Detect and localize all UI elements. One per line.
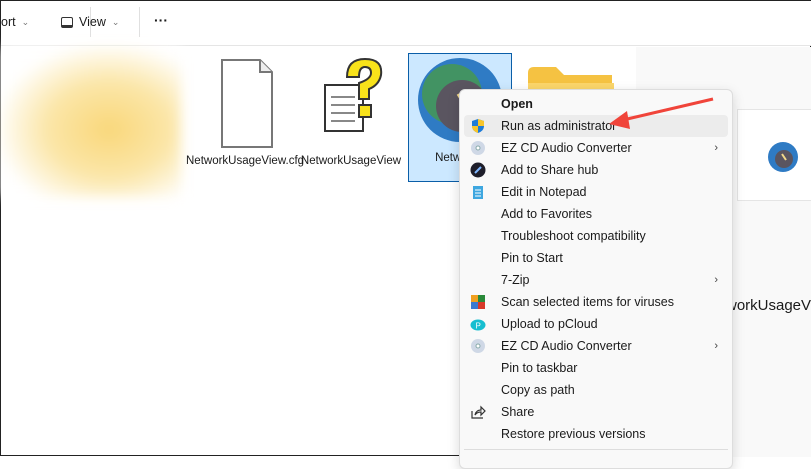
view-icon — [61, 16, 73, 28]
menu-item-add-to-share-hub[interactable]: Add to Share hub — [464, 159, 728, 181]
menu-item-label: Run as administrator — [501, 119, 617, 133]
preview-card — [737, 109, 811, 201]
chevron-right-icon: › — [714, 274, 718, 286]
details-title: workUsageVi — [726, 297, 811, 314]
sort-button[interactable]: ort ⌄ — [1, 15, 29, 29]
menu-item-pin-to-start[interactable]: Pin to Start — [464, 247, 728, 269]
menu-item-upload-to-pcloud[interactable]: P Upload to pCloud — [464, 313, 728, 335]
menu-item-label: Copy as path — [501, 383, 575, 397]
menu-item-scan-selected-items-for-viruses[interactable]: Scan selected items for viruses — [464, 291, 728, 313]
menu-item-label: Troubleshoot compatibility — [501, 229, 646, 243]
menu-item-label: Scan selected items for viruses — [501, 295, 674, 309]
menu-item-label: 7-Zip — [501, 273, 530, 287]
more-options-button[interactable]: ··· — [154, 12, 168, 28]
chevron-right-icon: › — [714, 142, 718, 154]
svg-text:P: P — [476, 322, 481, 331]
menu-item-label: Add to Share hub — [501, 163, 599, 177]
file-item[interactable]: NetworkUsageView — [299, 55, 403, 167]
menu-item-7-zip[interactable]: 7-Zip › — [464, 269, 728, 291]
menu-item-copy-as-path[interactable]: Copy as path — [464, 379, 728, 401]
file-item[interactable]: NetworkUsageView.cfg — [186, 55, 304, 167]
menu-item-edit-in-notepad[interactable]: Edit in Notepad — [464, 181, 728, 203]
toolbar: ort ⌄ View ⌄ ··· — [1, 1, 811, 46]
pcloud-icon: P — [470, 316, 486, 332]
menu-item-label: Pin to Start — [501, 251, 563, 265]
menu-item-add-to-favorites[interactable]: Add to Favorites — [464, 203, 728, 225]
menu-item-pin-to-taskbar[interactable]: Pin to taskbar — [464, 357, 728, 379]
notepad-icon — [470, 184, 486, 200]
blurred-file-icon — [1, 47, 181, 197]
menu-item-label: Share — [501, 405, 535, 419]
menu-item-label: Open — [501, 97, 533, 111]
sort-label: ort — [1, 15, 16, 29]
menu-item-label: EZ CD Audio Converter — [501, 339, 632, 353]
chevron-down-icon: ⌄ — [111, 16, 120, 27]
menu-item-label: Upload to pCloud — [501, 317, 598, 331]
chevron-right-icon: › — [714, 340, 718, 352]
share-hub-icon — [470, 162, 486, 178]
menu-item-label: EZ CD Audio Converter — [501, 141, 632, 155]
view-label: View — [79, 15, 106, 29]
menu-item-label: Edit in Notepad — [501, 185, 587, 199]
annotation-arrow — [609, 97, 714, 129]
share-icon — [470, 404, 486, 420]
cd-icon — [470, 338, 486, 354]
menu-item-troubleshoot-compatibility[interactable]: Troubleshoot compatibility — [464, 225, 728, 247]
cd-icon — [470, 140, 486, 156]
menu-item-ez-cd-audio-converter[interactable]: EZ CD Audio Converter › — [464, 137, 728, 159]
uac-shield-icon — [470, 118, 486, 134]
context-menu: Open Run as administrator EZ CD Audio Conv… — [459, 89, 733, 469]
file-name: NetworkUsageView.cfg — [186, 155, 305, 167]
menu-item-restore-previous-versions[interactable]: Restore previous versions — [464, 423, 728, 445]
menu-separator — [464, 449, 728, 450]
chevron-down-icon: ⌄ — [21, 16, 30, 27]
menu-item-label: Add to Favorites — [501, 207, 593, 221]
avg-icon — [470, 294, 486, 310]
network-globe-icon — [768, 142, 798, 172]
view-button[interactable]: View ⌄ — [61, 15, 119, 29]
menu-item-share[interactable]: Share — [464, 401, 728, 423]
menu-item-label: Pin to taskbar — [501, 361, 578, 375]
document-file-icon — [221, 59, 273, 148]
menu-item-ez-cd-audio-converter[interactable]: EZ CD Audio Converter › — [464, 335, 728, 357]
help-file-icon — [324, 57, 383, 132]
divider — [139, 7, 140, 37]
menu-item-label: Restore previous versions — [501, 427, 646, 441]
file-name: NetworkUsageView — [300, 155, 402, 167]
